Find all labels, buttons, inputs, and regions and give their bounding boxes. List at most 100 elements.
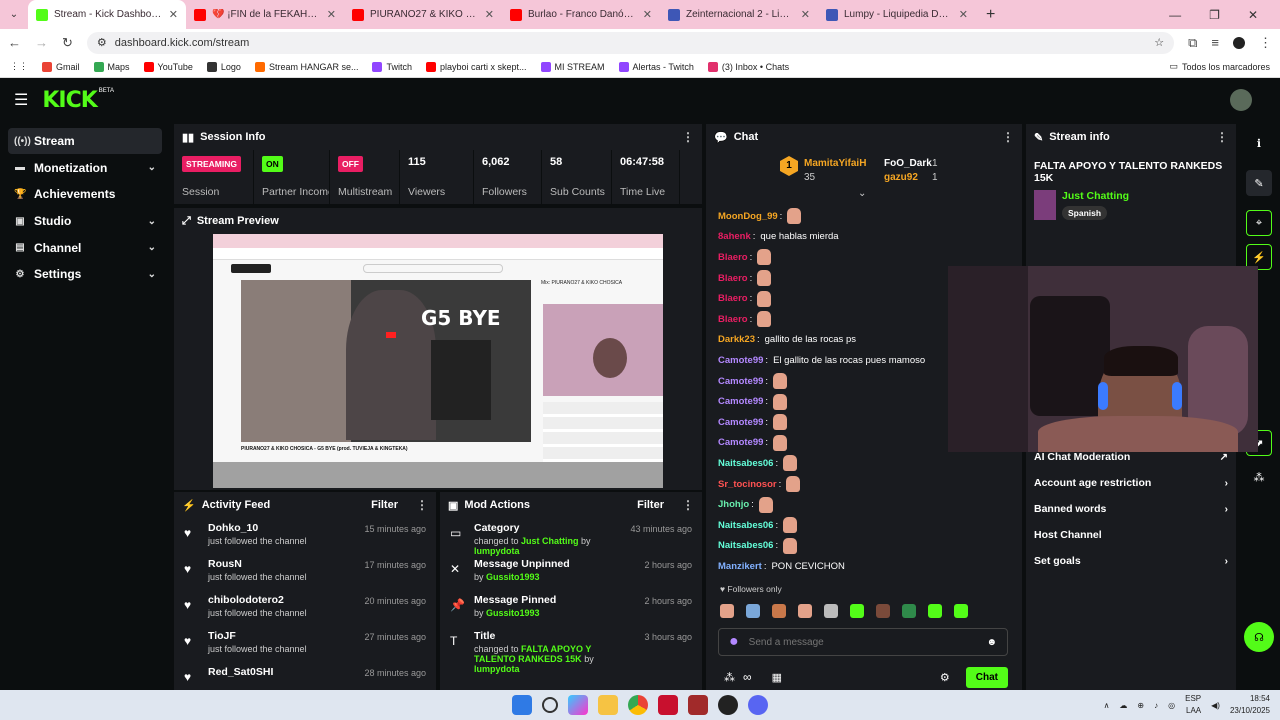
- emote-picker-icon[interactable]: [720, 604, 734, 618]
- tab-close-icon[interactable]: ✕: [485, 8, 494, 21]
- maximize-icon[interactable]: ❐: [1209, 8, 1220, 22]
- chat-message-field[interactable]: [748, 636, 977, 648]
- browser-tab[interactable]: Zeinternacional 2 - Liquipedia ✕: [660, 0, 818, 29]
- copilot-icon[interactable]: [568, 695, 588, 715]
- minimize-icon[interactable]: —: [1169, 8, 1181, 22]
- chat-username[interactable]: Naitsabes06: [718, 540, 773, 551]
- chat-username[interactable]: Sr_tocinosor: [718, 479, 777, 490]
- emote-picker-icon[interactable]: [954, 604, 968, 618]
- all-bookmarks[interactable]: ▭ Todos los marcadores: [1169, 61, 1270, 72]
- bookmark-item[interactable]: Logo: [206, 61, 241, 72]
- app-icon[interactable]: [658, 695, 678, 715]
- sidebar-item-achievements[interactable]: 🏆 Achievements: [8, 181, 162, 207]
- bookmark-item[interactable]: MI STREAM: [540, 61, 605, 72]
- chat-username[interactable]: Camote99: [718, 355, 763, 366]
- follower-name[interactable]: TioJF: [208, 630, 354, 642]
- address-bar[interactable]: ⚙ dashboard.kick.com/stream ☆: [86, 31, 1175, 54]
- extensions-icon[interactable]: ⧉: [1188, 35, 1197, 51]
- follower-name[interactable]: RousN: [208, 558, 354, 570]
- sidebar-item-settings[interactable]: ⚙ Settings ⌄: [8, 261, 162, 287]
- sidebar-item-studio[interactable]: ▣ Studio ⌄: [8, 208, 162, 234]
- points-rail-icon[interactable]: ⁂: [1246, 464, 1272, 490]
- chat-username[interactable]: Manzikert: [718, 561, 762, 572]
- input-language[interactable]: ESP LAA: [1185, 693, 1201, 717]
- browser-tab[interactable]: 💔 ¡FIN de la FEKAHOUSE ✕: [186, 0, 344, 29]
- chat-username[interactable]: Camote99: [718, 376, 763, 387]
- moderator-name[interactable]: Gussito1993: [486, 572, 540, 582]
- category-link[interactable]: Just Chatting: [1062, 190, 1129, 202]
- file-explorer-icon[interactable]: [598, 695, 618, 715]
- tab-close-icon[interactable]: ✕: [169, 8, 178, 21]
- menu-icon[interactable]: ⋮: [1259, 35, 1272, 51]
- bookmark-item[interactable]: (3) Inbox • Chats: [707, 61, 789, 72]
- chat-menu-icon[interactable]: ⋮: [1002, 130, 1014, 144]
- top-gifter-name[interactable]: MamitaYifaiH: [804, 158, 866, 169]
- emote-picker-icon[interactable]: [902, 604, 916, 618]
- tab-close-icon[interactable]: ✕: [801, 8, 810, 21]
- tab-close-icon[interactable]: ✕: [327, 8, 336, 21]
- emote-picker-icon[interactable]: [850, 604, 864, 618]
- emote-picker-icon[interactable]: [746, 604, 760, 618]
- microphone-icon[interactable]: ●: [729, 633, 739, 651]
- send-chat-button[interactable]: Chat: [965, 666, 1008, 688]
- second-gifter-name[interactable]: FoO_Dark: [884, 158, 932, 169]
- chat-username[interactable]: 8ahenk: [718, 231, 751, 242]
- bookmark-item[interactable]: Twitch: [372, 61, 412, 72]
- chat-username[interactable]: Naitsabes06: [718, 520, 773, 531]
- browser-tab[interactable]: Lumpy - Liquipedia Dota 2 Wiki ✕: [818, 0, 976, 29]
- cloud-icon[interactable]: ☁: [1119, 701, 1127, 710]
- reload-icon[interactable]: ↻: [62, 35, 73, 51]
- clock[interactable]: 18:54 23/10/2025: [1230, 693, 1270, 717]
- discord-icon[interactable]: [748, 695, 768, 715]
- windows-start-icon[interactable]: [512, 695, 532, 715]
- follower-name[interactable]: Red_Sat0SHI: [208, 666, 354, 678]
- tab-close-icon[interactable]: ✕: [959, 8, 968, 21]
- moderator-name[interactable]: lumpydota: [474, 664, 520, 674]
- store-icon[interactable]: ▦: [772, 671, 782, 684]
- bookmark-item[interactable]: Alertas - Twitch: [618, 61, 694, 72]
- media-icon[interactable]: ≡: [1211, 35, 1219, 50]
- wifi-icon[interactable]: ◎: [1168, 701, 1175, 710]
- profile-icon[interactable]: [1233, 36, 1245, 49]
- session-menu-icon[interactable]: ⋮: [682, 130, 694, 144]
- chat-username[interactable]: Jhohjo: [718, 499, 749, 510]
- browser-tab[interactable]: PIURANO27 & KIKO CHOSICA ✕: [344, 0, 502, 29]
- bookmark-item[interactable]: Gmail: [42, 61, 80, 72]
- close-window-icon[interactable]: ✕: [1248, 8, 1258, 22]
- chat-username[interactable]: Naitsabes06: [718, 458, 773, 469]
- category-thumbnail[interactable]: [1034, 190, 1056, 220]
- stream-preview-video[interactable]: G5 BYE Mix: PIURANO27 & KIKO CHOSICA PIU…: [213, 234, 663, 488]
- emoji-icon[interactable]: ☻: [986, 637, 997, 648]
- mic-icon[interactable]: ♪: [1154, 701, 1158, 710]
- follower-name[interactable]: Dohko_10: [208, 522, 354, 534]
- collapse-icon[interactable]: ⌄: [858, 188, 866, 199]
- bookmark-item[interactable]: YouTube: [143, 61, 193, 72]
- chat-username[interactable]: MoonDog_99: [718, 211, 778, 222]
- obs-icon[interactable]: [718, 695, 738, 715]
- tab-close-icon[interactable]: ✕: [643, 8, 652, 21]
- stream-setting-item[interactable]: Host Channel: [1026, 522, 1236, 548]
- kick-logo[interactable]: KICK: [42, 88, 97, 113]
- chat-username[interactable]: Blaero: [718, 252, 748, 263]
- chat-username[interactable]: Blaero: [718, 314, 748, 325]
- chrome-icon[interactable]: [628, 695, 648, 715]
- chat-username[interactable]: Camote99: [718, 417, 763, 428]
- chat-username[interactable]: Blaero: [718, 273, 748, 284]
- points-icon[interactable]: ⁂: [724, 671, 735, 684]
- third-gifter-name[interactable]: gazu92: [884, 172, 918, 183]
- capture-icon[interactable]: ⌖: [1246, 210, 1272, 236]
- site-info-icon[interactable]: ⚙: [97, 36, 107, 49]
- back-icon[interactable]: ←: [8, 35, 21, 50]
- browser-tab[interactable]: Stream - Kick Dashboard ✕: [28, 0, 186, 29]
- sidebar-item-stream[interactable]: ((•)) Stream: [8, 128, 162, 154]
- network-icon[interactable]: ⊕: [1137, 701, 1144, 710]
- bookmark-item[interactable]: playboi carti x skept...: [425, 61, 527, 72]
- chat-username[interactable]: Camote99: [718, 437, 763, 448]
- stream-setting-item[interactable]: Banned words ›: [1026, 496, 1236, 522]
- activity-menu-icon[interactable]: ⋮: [416, 498, 428, 512]
- moderator-name[interactable]: lumpydota: [474, 546, 520, 556]
- sidebar-item-monetization[interactable]: ▬ Monetization ⌄: [8, 155, 162, 181]
- user-avatar[interactable]: [1230, 89, 1252, 111]
- mod-filter-button[interactable]: Filter: [637, 499, 664, 511]
- emote-picker-icon[interactable]: [772, 604, 786, 618]
